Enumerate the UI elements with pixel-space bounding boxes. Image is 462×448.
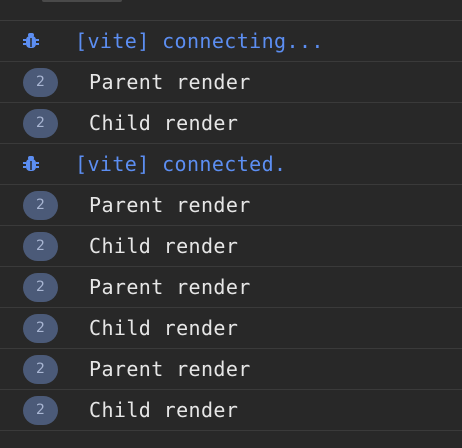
console-message-text: Parent render (89, 193, 251, 217)
console-message-text: [vite] connecting... (75, 29, 324, 53)
console-message-log[interactable]: 2 Child render (0, 103, 462, 144)
repeat-count-slot: 2 (0, 103, 66, 143)
console-message-log[interactable]: 2 Child render (0, 308, 462, 349)
repeat-count-slot: 2 (0, 390, 66, 430)
console-message-log[interactable]: 2 Child render (0, 226, 462, 267)
bug-icon (0, 21, 66, 61)
console-message-log[interactable]: 2 Child render (0, 390, 462, 431)
console-message-text: Parent render (89, 70, 251, 94)
console-message-log[interactable]: 2 Parent render (0, 349, 462, 390)
console-message-text: Parent render (89, 357, 251, 381)
console-message-text: Child render (89, 234, 239, 258)
console-message-info[interactable]: [vite] connected. (0, 144, 462, 185)
repeat-count-badge: 2 (23, 108, 58, 138)
console-message-text: Parent render (89, 275, 251, 299)
repeat-count-slot: 2 (0, 349, 66, 389)
repeat-count-badge: 2 (23, 354, 58, 384)
repeat-count-badge: 2 (23, 272, 58, 302)
console-message-log[interactable]: 2 Parent render (0, 267, 462, 308)
repeat-count-badge: 2 (23, 231, 58, 261)
repeat-count-slot: 2 (0, 185, 66, 225)
console-message-text: Child render (89, 316, 239, 340)
repeat-count-badge: 2 (23, 395, 58, 425)
console-message-text: [vite] connected. (75, 152, 287, 176)
repeat-count-badge: 2 (23, 190, 58, 220)
console-message-text: Child render (89, 111, 239, 135)
repeat-count-slot: 2 (0, 308, 66, 348)
repeat-count-slot: 2 (0, 267, 66, 307)
console-message-text: Child render (89, 398, 239, 422)
tab-fragment[interactable] (42, 0, 122, 2)
repeat-count-badge: 2 (23, 313, 58, 343)
devtools-console: [vite] connecting... 2 Parent render 2 C… (0, 0, 462, 448)
bug-icon (0, 144, 66, 184)
console-toolbar-edge (0, 0, 462, 21)
repeat-count-badge: 2 (23, 67, 58, 97)
console-message-info[interactable]: [vite] connecting... (0, 21, 462, 62)
repeat-count-slot: 2 (0, 226, 66, 266)
console-message-list: [vite] connecting... 2 Parent render 2 C… (0, 21, 462, 431)
console-message-log[interactable]: 2 Parent render (0, 62, 462, 103)
console-message-log[interactable]: 2 Parent render (0, 185, 462, 226)
repeat-count-slot: 2 (0, 62, 66, 102)
